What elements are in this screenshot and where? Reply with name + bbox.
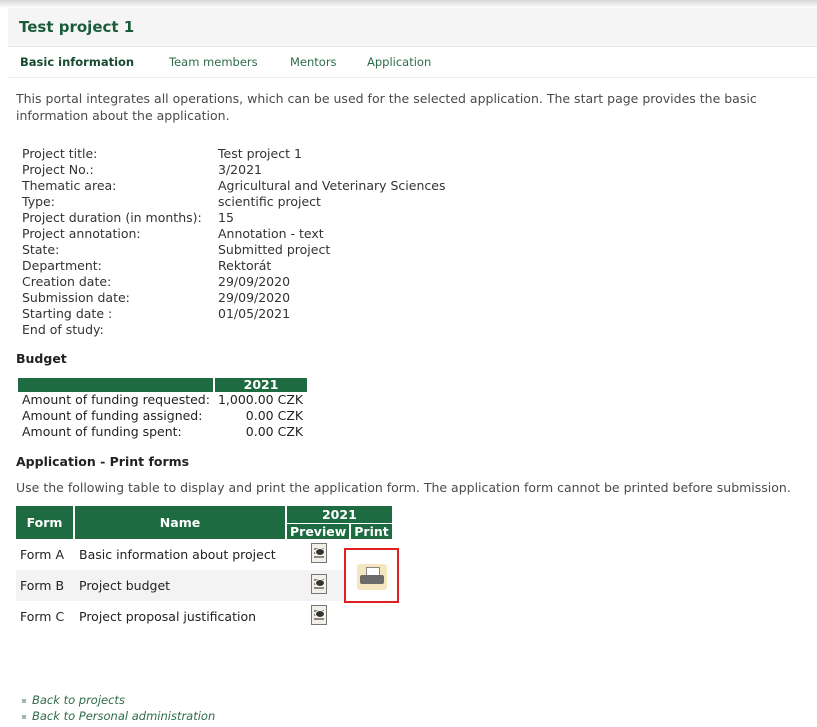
preview-form-icon[interactable] <box>311 543 328 563</box>
tab-team-members[interactable]: Team members <box>169 55 258 69</box>
forms-table: Form Name 2021 Preview Print Form A Basi… <box>16 506 392 632</box>
preview-cell <box>287 539 351 570</box>
table-row: Form C Project proposal justification <box>16 601 392 632</box>
info-label: Project duration (in months): <box>22 210 202 225</box>
info-label: Submission date: <box>22 290 130 305</box>
info-value: 3/2021 <box>218 162 262 177</box>
info-label: State: <box>22 242 60 257</box>
info-row: State: Submitted project <box>22 242 622 258</box>
budget-heading: Budget <box>16 351 67 366</box>
link-row: Back to Personal administration <box>22 708 215 724</box>
budget-value: 1,000.00 CZK <box>217 392 304 407</box>
info-label: Creation date: <box>22 274 112 289</box>
info-row: Type: scientific project <box>22 194 622 210</box>
table-row: Form B Project budget <box>16 570 392 601</box>
info-label: End of study: <box>22 322 104 337</box>
info-label: Project annotation: <box>22 226 141 241</box>
form-name: Basic information about project <box>79 547 276 562</box>
printer-icon[interactable] <box>357 564 387 590</box>
table-row: Amount of funding assigned: 0.00 CZK <box>18 408 307 424</box>
back-to-projects-link[interactable]: Back to projects <box>32 693 125 707</box>
print-forms-heading: Application - Print forms <box>16 454 190 469</box>
back-to-personal-administration-link[interactable]: Back to Personal administration <box>32 709 215 723</box>
page-title: Test project 1 <box>19 18 135 36</box>
intro-text: This portal integrates all operations, w… <box>16 91 757 123</box>
link-row: Back to projects <box>22 692 215 708</box>
table-row: Form A Basic information about project <box>16 539 392 570</box>
column-name: Name <box>75 506 287 539</box>
info-row: End of study: <box>22 322 622 338</box>
info-label: Project title: <box>22 146 98 161</box>
preview-form-icon[interactable] <box>311 605 328 625</box>
tab-basic-information[interactable]: Basic information <box>20 55 134 69</box>
info-value: Agricultural and Veterinary Sciences <box>218 178 446 193</box>
budget-label: Amount of funding requested: <box>22 392 210 407</box>
form-name: Project proposal justification <box>79 609 257 624</box>
info-row: Project No.: 3/2021 <box>22 162 622 178</box>
info-row: Creation date: 29/09/2020 <box>22 274 622 290</box>
form-name: Project budget <box>75 570 287 601</box>
tab-bar: Basic information Team members Mentors A… <box>8 47 817 78</box>
info-value: 15 <box>218 210 234 225</box>
info-label: Department: <box>22 258 102 273</box>
column-preview: Preview <box>287 524 352 539</box>
form-code: Form C <box>20 609 65 624</box>
budget-year-header: 2021 <box>213 378 308 392</box>
info-row: Thematic area: Agricultural and Veterina… <box>22 178 622 194</box>
year-header: 2021 <box>287 506 392 525</box>
info-value: Annotation - text <box>218 226 324 241</box>
column-print: Print <box>351 524 392 539</box>
preview-form-icon[interactable] <box>311 574 328 594</box>
table-row: Amount of funding requested: 1,000.00 CZ… <box>18 392 307 408</box>
tab-application[interactable]: Application <box>367 55 431 69</box>
info-value: 01/05/2021 <box>218 306 291 321</box>
print-highlight-box <box>344 548 399 603</box>
info-label: Project No.: <box>22 162 94 177</box>
info-value: 29/09/2020 <box>218 290 291 305</box>
budget-label: Amount of funding spent: <box>22 424 182 439</box>
preview-cell <box>287 601 351 632</box>
budget-label: Amount of funding assigned: <box>22 408 203 423</box>
budget-header-blank <box>18 378 215 392</box>
info-row: Project title: Test project 1 <box>22 146 622 162</box>
preview-cell <box>287 570 352 601</box>
info-row: Project annotation: Annotation - text <box>22 226 622 242</box>
info-row: Submission date: 29/09/2020 <box>22 290 622 306</box>
title-bar: Test project 1 <box>8 8 817 47</box>
footer-links: Back to projects Back to Personal admini… <box>22 692 215 724</box>
bullet-icon <box>22 714 26 719</box>
print-forms-intro: Use the following table to display and p… <box>16 480 791 495</box>
budget-table: 2021 Amount of funding requested: 1,000.… <box>18 378 308 440</box>
info-value: Submitted project <box>218 242 331 257</box>
info-row: Project duration (in months): 15 <box>22 210 622 226</box>
info-label: Type: <box>22 194 55 209</box>
form-code: Form A <box>20 547 65 562</box>
info-row: Starting date : 01/05/2021 <box>22 306 622 322</box>
column-form: Form <box>16 506 75 539</box>
form-code: Form B <box>16 570 75 601</box>
bullet-icon <box>22 698 26 703</box>
info-label: Thematic area: <box>22 178 117 193</box>
window-shadow <box>0 0 817 8</box>
budget-value: 0.00 CZK <box>245 424 304 439</box>
info-label: Starting date : <box>22 306 113 321</box>
info-value: 29/09/2020 <box>218 274 291 289</box>
print-cell <box>351 601 392 632</box>
table-row: Amount of funding spent: 0.00 CZK <box>18 424 307 440</box>
budget-value: 0.00 CZK <box>245 408 304 423</box>
tab-mentors[interactable]: Mentors <box>290 55 337 69</box>
info-value: scientific project <box>218 194 321 209</box>
info-value: Test project 1 <box>218 146 302 161</box>
info-value: Rektorát <box>218 258 272 273</box>
printer-body <box>360 575 384 584</box>
page-frame: Test project 1 Basic information Team me… <box>8 8 817 727</box>
info-row: Department: Rektorát <box>22 258 622 274</box>
project-info: Project title: Test project 1 Project No… <box>22 146 622 338</box>
